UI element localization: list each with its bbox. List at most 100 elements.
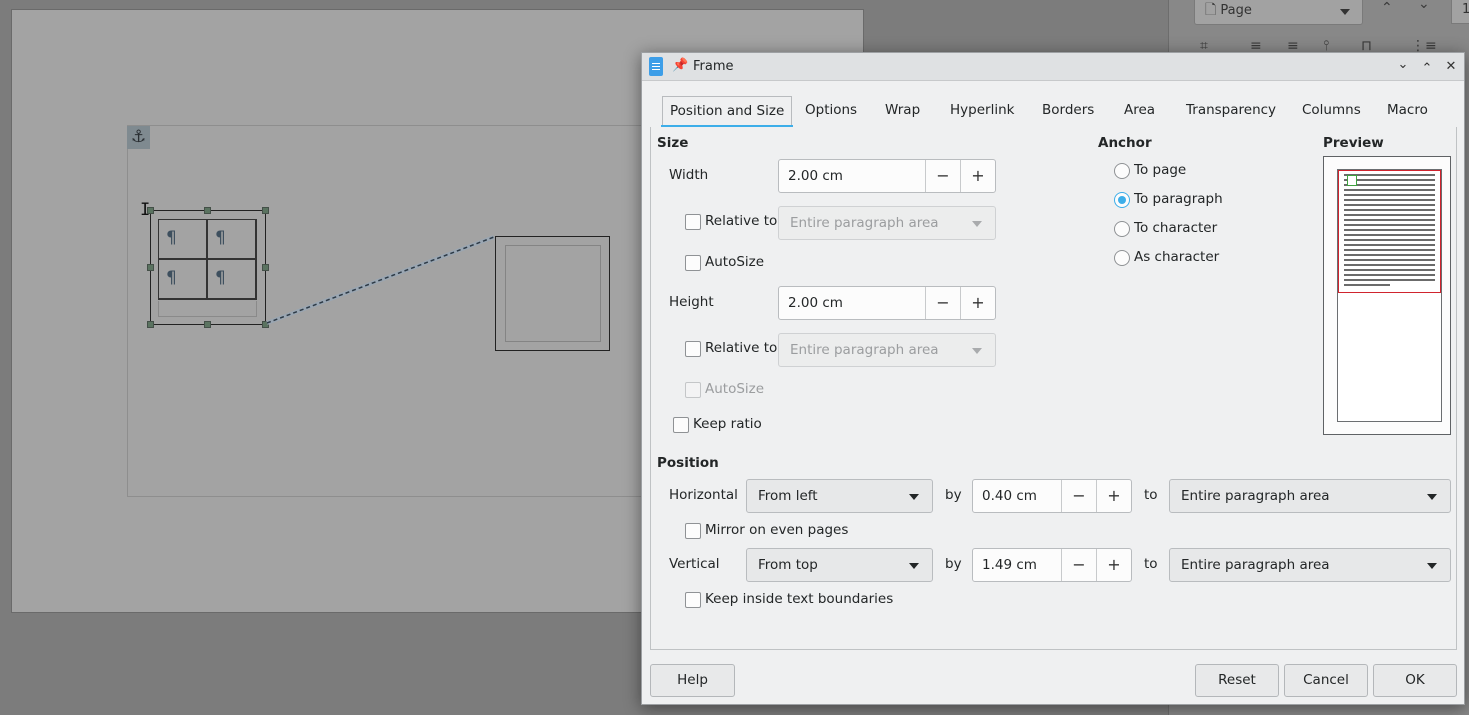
anchor-to-character-radio[interactable] [1114, 221, 1130, 237]
minus-icon[interactable]: − [925, 287, 960, 319]
height-relative-label: Relative to [705, 340, 778, 356]
mirror-even-pages-checkbox[interactable] [685, 523, 701, 539]
width-relative-checkbox[interactable] [685, 214, 701, 230]
plus-icon[interactable]: + [1096, 480, 1131, 512]
page-icon: 🗋 [1205, 2, 1217, 18]
chevron-up-icon[interactable]: ⌃ [1381, 0, 1393, 16]
anchor-to-page-radio[interactable] [1114, 163, 1130, 179]
reset-button[interactable]: Reset [1195, 664, 1279, 697]
height-spinbox[interactable]: 2.00 cm − + [778, 286, 996, 320]
frame-dialog: 📌 Frame ⌄ ⌃ ✕ Position and Size Options … [641, 52, 1465, 705]
position-heading: Position [657, 455, 719, 471]
keep-ratio-checkbox[interactable] [673, 417, 689, 433]
chevron-down-icon [1427, 494, 1437, 500]
horizontal-by-value: 0.40 cm [982, 488, 1037, 504]
anchor-to-page-label: To page [1134, 162, 1187, 178]
vertical-to-label: to [1144, 556, 1158, 572]
tab-transparency[interactable]: Transparency [1186, 94, 1276, 126]
height-relative-checkbox[interactable] [685, 341, 701, 357]
tab-macro[interactable]: Macro [1387, 94, 1428, 126]
anchor-to-character-label: To character [1134, 220, 1218, 236]
minimize-icon[interactable]: ⌄ [1393, 55, 1413, 75]
tab-columns[interactable]: Columns [1302, 94, 1361, 126]
horizontal-by-label: by [945, 487, 962, 503]
tab-options[interactable]: Options [805, 94, 857, 126]
vertical-to-combo[interactable]: Entire paragraph area [1169, 548, 1451, 582]
anchor-to-paragraph-label: To paragraph [1134, 191, 1223, 207]
writer-app-icon [649, 57, 663, 76]
height-relative-value: Entire paragraph area [790, 342, 939, 358]
preview-frame [1347, 175, 1357, 186]
chevron-down-icon[interactable]: ⌄ [1418, 0, 1430, 12]
width-label: Width [669, 167, 709, 183]
minus-icon[interactable]: − [1061, 480, 1096, 512]
help-button[interactable]: Help [650, 664, 735, 697]
vertical-label: Vertical [669, 556, 720, 572]
width-autosize-label: AutoSize [705, 254, 765, 270]
tab-hyperlink[interactable]: Hyperlink [950, 94, 1014, 126]
cancel-button[interactable]: Cancel [1284, 664, 1368, 697]
page-combo-label: Page [1220, 3, 1252, 18]
vertical-mode-combo[interactable]: From top [746, 548, 933, 582]
page-style-combo[interactable]: 🗋 Page [1194, 0, 1363, 25]
chevron-down-icon [1340, 9, 1350, 15]
horizontal-by-spinbox[interactable]: 0.40 cm − + [972, 479, 1132, 513]
height-autosize-checkbox[interactable] [685, 382, 701, 398]
vertical-by-value: 1.49 cm [982, 557, 1037, 573]
horizontal-to-value: Entire paragraph area [1181, 488, 1330, 504]
horizontal-label: Horizontal [669, 487, 738, 503]
maximize-icon[interactable]: ⌃ [1417, 59, 1437, 79]
preview-page [1337, 169, 1442, 422]
width-spinbox[interactable]: 2.00 cm − + [778, 159, 996, 193]
close-icon[interactable]: ✕ [1441, 57, 1461, 77]
horizontal-mode-value: From left [758, 488, 818, 504]
anchor-as-character-label: As character [1134, 249, 1220, 265]
chevron-down-icon [972, 221, 982, 227]
tab-bar: Position and Size Options Wrap Hyperlink… [650, 92, 1457, 128]
horizontal-to-label: to [1144, 487, 1158, 503]
width-value: 2.00 cm [788, 168, 843, 184]
keep-inside-boundaries-label: Keep inside text boundaries [705, 591, 894, 607]
tab-area[interactable]: Area [1124, 94, 1155, 126]
keep-ratio-label: Keep ratio [693, 416, 762, 432]
horizontal-to-combo[interactable]: Entire paragraph area [1169, 479, 1451, 513]
tab-position-and-size[interactable]: Position and Size [660, 96, 794, 128]
vertical-to-value: Entire paragraph area [1181, 557, 1330, 573]
vertical-mode-value: From top [758, 557, 818, 573]
position-and-size-panel: Size Width 2.00 cm − + Relative to Entir… [650, 127, 1457, 650]
width-relative-value: Entire paragraph area [790, 215, 939, 231]
height-autosize-label: AutoSize [705, 381, 765, 397]
anchor-as-character-radio[interactable] [1114, 250, 1130, 266]
pin-icon[interactable]: 📌 [672, 58, 688, 73]
anchor-heading: Anchor [1098, 135, 1152, 151]
preview-text-lines [1344, 174, 1435, 289]
horizontal-mode-combo[interactable]: From left [746, 479, 933, 513]
size-heading: Size [657, 135, 689, 151]
height-relative-combo[interactable]: Entire paragraph area [778, 333, 996, 367]
preview-heading: Preview [1323, 135, 1384, 151]
width-relative-combo[interactable]: Entire paragraph area [778, 206, 996, 240]
keep-inside-boundaries-checkbox[interactable] [685, 592, 701, 608]
dialog-titlebar[interactable]: 📌 Frame ⌄ ⌃ ✕ [642, 53, 1464, 81]
linked-frame-inner [505, 245, 601, 342]
width-relative-label: Relative to [705, 213, 778, 229]
dialog-title: Frame [693, 59, 734, 74]
vertical-by-spinbox[interactable]: 1.49 cm − + [972, 548, 1132, 582]
position-preview [1323, 156, 1451, 435]
width-autosize-checkbox[interactable] [685, 255, 701, 271]
chevron-down-icon [1427, 563, 1437, 569]
page-number-field[interactable]: 1 [1451, 0, 1469, 24]
chevron-down-icon [909, 494, 919, 500]
height-value: 2.00 cm [788, 295, 843, 311]
plus-icon[interactable]: + [960, 287, 995, 319]
minus-icon[interactable]: − [925, 160, 960, 192]
ok-button[interactable]: OK [1373, 664, 1457, 697]
tab-borders[interactable]: Borders [1042, 94, 1094, 126]
plus-icon[interactable]: + [960, 160, 995, 192]
chevron-down-icon [909, 563, 919, 569]
plus-icon[interactable]: + [1096, 549, 1131, 581]
anchor-to-paragraph-radio[interactable] [1114, 192, 1130, 208]
tab-wrap[interactable]: Wrap [885, 94, 920, 126]
height-label: Height [669, 294, 714, 310]
minus-icon[interactable]: − [1061, 549, 1096, 581]
